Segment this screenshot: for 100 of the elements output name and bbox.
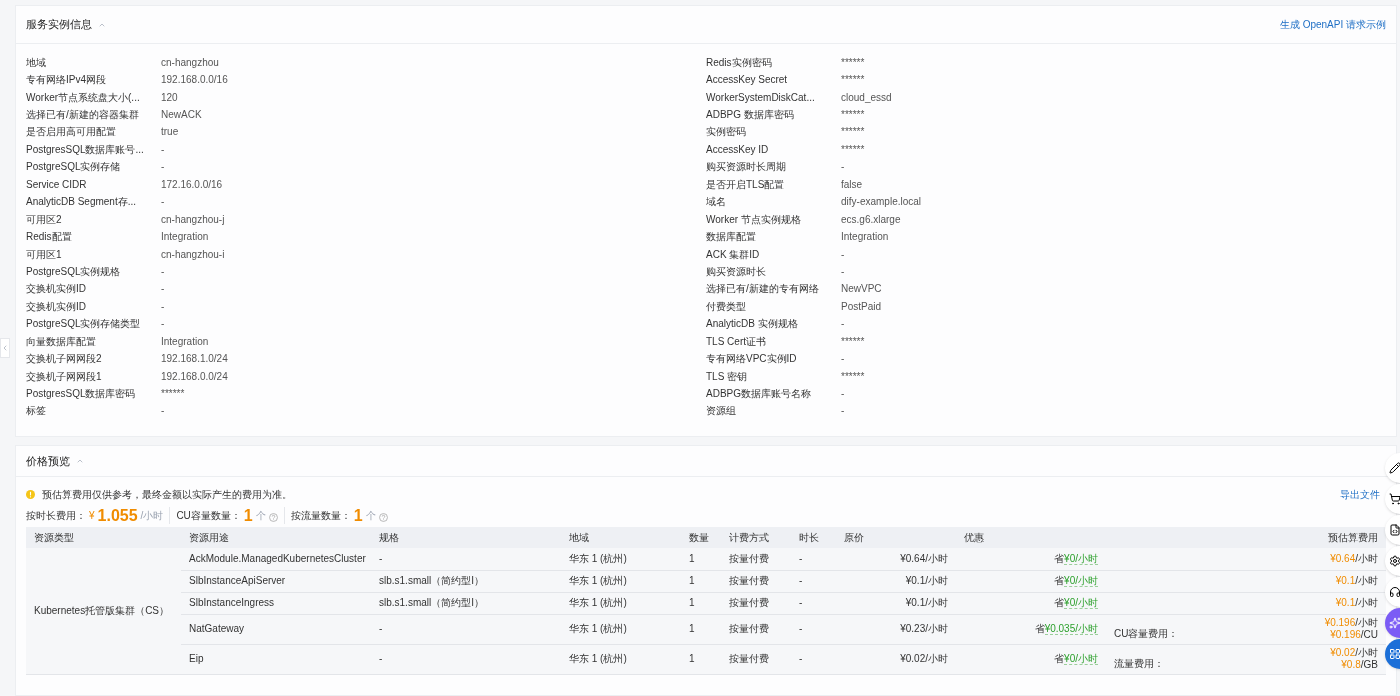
discount-amount: ¥0/小时: [1064, 552, 1098, 565]
field-label: 选择已有/新建的专有网络: [706, 283, 820, 296]
table-cell: slb.s1.small（简约型I）: [371, 592, 561, 614]
field-value: ecs.g6.xlarge: [841, 213, 901, 226]
column-header: 计费方式: [721, 527, 791, 548]
pencil-icon: [1389, 462, 1400, 474]
discount-label: 省: [1054, 552, 1065, 564]
column-header: 预估算费用: [1216, 527, 1386, 548]
field-value: -: [161, 283, 165, 296]
field-value: ******: [841, 109, 865, 122]
field-label: AccessKey Secret: [706, 74, 789, 87]
table-cell: 按量付费: [721, 548, 791, 570]
table-cell: NatGateway: [181, 614, 371, 644]
estimate-price: ¥0.1/小时: [1334, 575, 1378, 587]
discount-amount: ¥0/小时: [1064, 575, 1098, 587]
field-label: 地域: [26, 56, 47, 69]
estimate-price: ¥0.196/CU: [1329, 629, 1378, 641]
document-icon: [1389, 524, 1400, 536]
table-cell: 1: [681, 614, 721, 644]
estimate-price: ¥0.8/GB: [1340, 659, 1378, 671]
fee-label: CU容量费用：: [1114, 627, 1179, 639]
table-cell: 按量付费: [721, 614, 791, 644]
discount-amount: ¥0.035/小时: [1044, 623, 1098, 635]
summary-label: CU容量数量：: [176, 509, 241, 523]
field-label: 选择已有/新建的容器集群: [26, 109, 140, 122]
field-value: 120: [161, 91, 178, 104]
field-label: 资源组: [706, 405, 737, 418]
field-value: ******: [841, 56, 865, 69]
column-header: 地域: [561, 527, 681, 548]
field-value: -: [161, 265, 165, 278]
currency-sign: ¥: [89, 509, 95, 523]
field-value: -: [161, 300, 165, 313]
estimate-price: ¥0.64/小时: [1329, 552, 1378, 565]
warning-icon: [26, 490, 35, 499]
table-cell: -: [791, 614, 836, 644]
table-cell: 华东 1 (杭州): [561, 592, 681, 614]
field-value: -: [841, 265, 845, 278]
table-cell: SlbInstanceApiServer: [181, 570, 371, 592]
summary-label: 按时长费用：: [26, 509, 86, 523]
discount-label: 省: [1054, 575, 1065, 586]
field-label: Redis实例密码: [706, 56, 773, 69]
summary-unit: 个: [365, 509, 376, 523]
table-cell: 华东 1 (杭州): [561, 614, 681, 644]
headset-icon: [1389, 586, 1400, 598]
field-label: AnalyticDB Segment存...: [26, 196, 138, 209]
summary-amount: 1: [243, 507, 253, 524]
field-label: 交换机实例ID: [26, 300, 87, 313]
field-label: 交换机子网网段2: [26, 353, 103, 366]
table-cell: SlbInstanceIngress: [181, 592, 371, 614]
field-value: 192.168.0.0/16: [161, 74, 228, 87]
table-cell: 按量付费: [721, 644, 791, 674]
field-value: -: [161, 318, 165, 331]
field-label: 实例密码: [706, 126, 747, 139]
field-label: 付费类型: [706, 300, 747, 313]
estimate-price: ¥0.02/小时: [1329, 647, 1378, 659]
table-cell: -: [791, 570, 836, 592]
field-value: -: [841, 248, 845, 261]
field-value: false: [841, 178, 863, 191]
table-cell: -: [791, 592, 836, 614]
table-cell: 华东 1 (杭州): [561, 548, 681, 570]
field-label: TLS Cert证书: [706, 335, 767, 348]
cart-icon: [1389, 493, 1400, 505]
field-value: PostPaid: [841, 300, 882, 313]
column-header: 优惠: [956, 527, 1216, 548]
field-label: PostgresSQL数据库密码: [26, 388, 137, 401]
field-label: WorkerSystemDiskCat...: [706, 91, 816, 104]
field-value: ******: [841, 370, 865, 383]
table-cell: 1: [681, 570, 721, 592]
discount-amount: ¥0/小时: [1064, 653, 1098, 665]
field-label: Worker 节点实例规格: [706, 213, 802, 226]
field-value: -: [841, 161, 845, 174]
collapse-handle[interactable]: [0, 338, 10, 358]
export-link[interactable]: 导出文件: [1340, 487, 1380, 502]
field-label: 购买资源时长: [706, 265, 767, 278]
field-value: true: [161, 126, 179, 139]
summary-label: 按流量数量：: [290, 509, 351, 523]
field-value: -: [841, 405, 845, 418]
table-cell: slb.s1.small（简约型I）: [371, 570, 561, 592]
estimate-price: ¥0.1/小时: [1334, 597, 1378, 609]
column-header: 资源用途: [181, 527, 371, 548]
summary-amount: 1: [353, 507, 363, 524]
field-value: -: [161, 143, 165, 156]
table-cell: AckModule.ManagedKubernetesCluster: [181, 548, 371, 570]
field-label: 可用区1: [26, 248, 63, 261]
field-label: 是否启用高可用配置: [26, 126, 117, 139]
field-value: cn-hangzhou-i: [161, 248, 225, 261]
field-value: NewACK: [161, 109, 202, 122]
field-label: AccessKey ID: [706, 143, 770, 156]
field-label: 数据库配置: [706, 231, 757, 244]
section-title: 价格预览: [26, 453, 70, 469]
table-cell: 华东 1 (杭州): [561, 570, 681, 592]
table-cell: -: [791, 548, 836, 570]
openapi-link[interactable]: 生成 OpenAPI 请求示例: [1279, 17, 1386, 32]
field-value: 192.168.0.0/24: [161, 370, 228, 383]
field-value: ******: [841, 74, 865, 87]
field-value: cn-hangzhou: [161, 56, 219, 69]
table-cell: ¥0.02/小时: [836, 644, 956, 674]
field-value: 192.168.1.0/24: [161, 353, 228, 366]
field-label: TLS 密钥: [706, 370, 749, 383]
summary-amount: 1.055: [97, 507, 138, 524]
